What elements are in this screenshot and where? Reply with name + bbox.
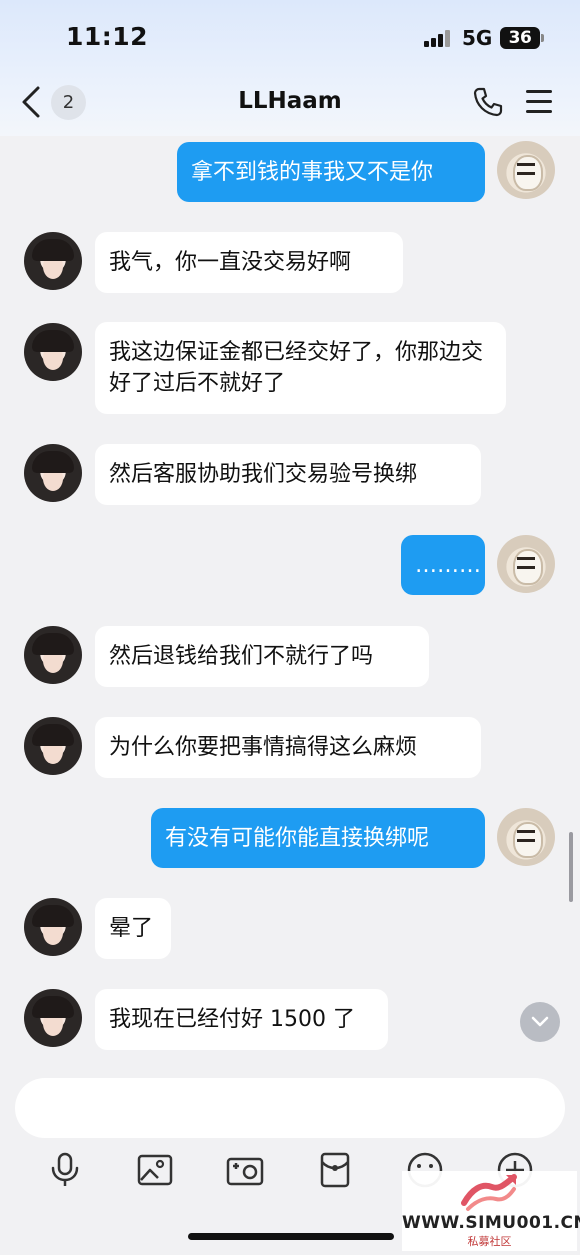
message-bubble-outgoing[interactable]: ……… [401,535,485,595]
scroll-to-bottom-button[interactable] [520,1002,560,1042]
message-input[interactable] [15,1078,565,1138]
my-avatar[interactable] [497,141,555,199]
battery-level: 36 [508,28,532,48]
message-bubble-incoming[interactable]: 然后客服协助我们交易验号换绑 [95,444,481,505]
chevron-down-icon [531,1016,549,1027]
contact-avatar[interactable] [24,232,82,290]
status-time: 11:12 [66,22,149,51]
contact-avatar[interactable] [24,444,82,502]
my-avatar[interactable] [497,808,555,866]
message-bubble-incoming[interactable]: 我现在已经付好 1500 了 [95,989,388,1050]
phone-icon[interactable] [472,86,504,118]
contact-avatar[interactable] [24,323,82,381]
contact-avatar[interactable] [24,989,82,1047]
contact-avatar[interactable] [24,898,82,956]
message-bubble-outgoing[interactable]: 拿不到钱的事我又不是你 [177,142,485,202]
message-bubble-incoming[interactable]: 然后退钱给我们不就行了吗 [95,626,429,687]
message-bubble-incoming[interactable]: 晕了 [95,898,171,959]
camera-icon[interactable] [225,1150,265,1190]
watermark-logo-icon [461,1174,517,1211]
contact-avatar[interactable] [24,626,82,684]
my-avatar[interactable] [497,535,555,593]
message-bubble-incoming[interactable]: 我气，你一直没交易好啊 [95,232,403,293]
message-bubble-incoming[interactable]: 我这边保证金都已经交好了，你那边交好了过后不就好了 [95,322,506,414]
home-indicator[interactable] [188,1233,394,1240]
scrollbar[interactable] [569,832,573,902]
watermark: WWW.SIMU001.CN 私募社区 [402,1171,580,1251]
watermark-subtitle: 私募社区 [467,1235,512,1248]
image-icon[interactable] [135,1150,175,1190]
microphone-icon[interactable] [45,1150,85,1190]
menu-icon[interactable] [526,90,552,114]
message-bubble-incoming[interactable]: 为什么你要把事情搞得这么麻烦 [95,717,481,778]
contact-avatar[interactable] [24,717,82,775]
signal-icon [424,29,454,47]
status-bar: 11:12 5G 36 [0,0,580,70]
red-packet-icon[interactable] [315,1150,355,1190]
network-type: 5G [462,26,493,50]
message-bubble-outgoing[interactable]: 有没有可能你能直接换绑呢 [151,808,485,868]
battery-icon: 36 [500,27,544,49]
watermark-domain: WWW.SIMU001.CN [402,1213,580,1233]
chat-screen: 11:12 5G 36 2 LLHaam 拿不到钱的事我又不是你 我气，你一直没… [0,0,580,1255]
chat-header: 11:12 5G 36 2 LLHaam [0,0,580,136]
nav-bar: 2 LLHaam [0,70,580,136]
